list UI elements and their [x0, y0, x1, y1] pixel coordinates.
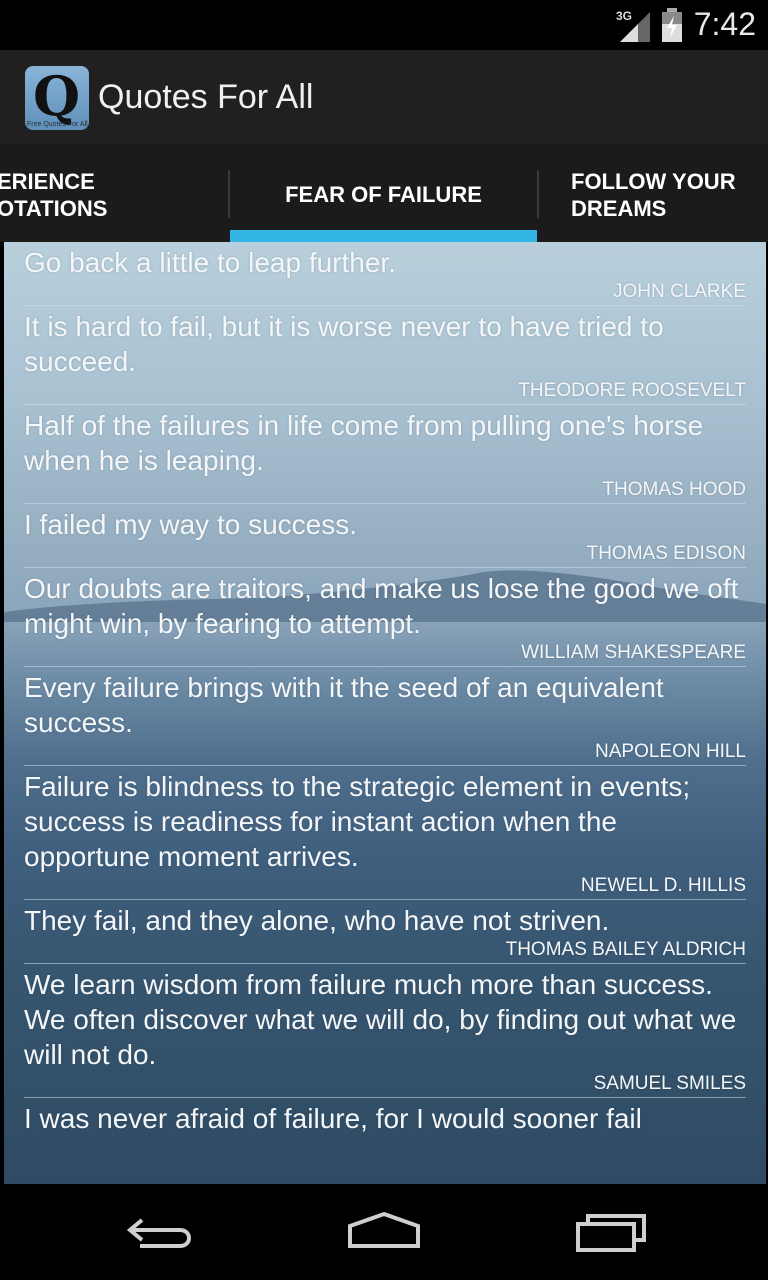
tab-label-line2: OTATIONS	[0, 196, 108, 221]
tab-follow-your-dreams[interactable]: FOLLOW YOUR DREAMS	[571, 168, 768, 242]
tab-fear-of-failure[interactable]: FEAR OF FAILURE	[230, 144, 537, 242]
quote-item[interactable]: They fail, and they alone, who have not …	[24, 900, 746, 964]
quote-item[interactable]: Half of the failures in life come from p…	[24, 405, 746, 504]
quote-author: WILLIAM SHAKESPEARE	[521, 642, 746, 663]
tab-strip: ERIENCE OTATIONS FEAR OF FAILURE FOLLOW …	[0, 144, 768, 242]
quote-author: SAMUEL SMILES	[593, 1073, 746, 1094]
tab-label-line1: FOLLOW YOUR	[571, 169, 736, 194]
app-logo-caption: Free Quotes For All	[27, 121, 88, 128]
battery-charging-icon	[662, 8, 682, 42]
navigation-bar	[0, 1184, 768, 1280]
quote-author: NEWELL D. HILLIS	[580, 875, 746, 896]
selected-tab-indicator	[230, 230, 537, 242]
quote-author: THOMAS HOOD	[602, 479, 746, 500]
quote-text: I failed my way to success.	[24, 509, 358, 540]
quote-text: Failure is blindness to the strategic el…	[24, 771, 691, 872]
home-icon[interactable]	[344, 1210, 424, 1254]
app-logo-letter: Q	[33, 66, 81, 128]
tab-label: FEAR OF FAILURE	[285, 182, 482, 207]
quote-list[interactable]: Go back a little to leap further. JOHN CL…	[4, 242, 766, 1184]
quote-text: It is hard to fail, but it is worse neve…	[24, 311, 664, 377]
quote-author: NAPOLEON HILL	[595, 741, 746, 762]
recent-apps-icon[interactable]	[570, 1210, 650, 1254]
tab-label-line1: ERIENCE	[0, 169, 95, 194]
quote-text: Half of the failures in life come from p…	[24, 410, 704, 476]
quote-item[interactable]: We learn wisdom from failure much more t…	[24, 964, 746, 1098]
quote-item[interactable]: I was never afraid of failure, for I wou…	[24, 1098, 746, 1136]
app-logo-icon[interactable]: Q Free Quotes For All	[25, 66, 89, 130]
status-clock: 7:42	[693, 6, 756, 42]
quote-item[interactable]: I failed my way to success. THOMAS EDISON	[24, 504, 746, 568]
signal-3g-icon: 3G	[616, 9, 650, 42]
quote-author: THOMAS BAILEY ALDRICH	[505, 939, 746, 960]
quote-item[interactable]: Every failure brings with it the seed of…	[24, 667, 746, 766]
quote-text: Go back a little to leap further.	[24, 247, 396, 278]
tab-experience-quotations[interactable]: ERIENCE OTATIONS	[0, 168, 212, 242]
quote-author: THEODORE ROOSEVELT	[518, 380, 746, 401]
network-type-label: 3G	[616, 9, 632, 23]
status-bar: 3G 7:42	[0, 0, 768, 50]
quote-author: JOHN CLARKE	[612, 281, 746, 302]
quote-text: Every failure brings with it the seed of…	[24, 672, 664, 738]
quote-item[interactable]: Go back a little to leap further. JOHN CL…	[24, 242, 746, 306]
tab-label-line2: DREAMS	[571, 196, 667, 221]
app-title: Quotes For All	[98, 78, 314, 116]
quote-item[interactable]: Our doubts are traitors, and make us los…	[24, 568, 746, 667]
quote-author: THOMAS EDISON	[586, 543, 746, 564]
quote-item[interactable]: It is hard to fail, but it is worse neve…	[24, 306, 746, 405]
quote-item[interactable]: Failure is blindness to the strategic el…	[24, 766, 746, 900]
quote-text: Our doubts are traitors, and make us los…	[24, 573, 739, 639]
quote-text: We learn wisdom from failure much more t…	[24, 969, 737, 1070]
quote-text: I was never afraid of failure, for I wou…	[24, 1103, 642, 1134]
action-bar: Q Free Quotes For All Quotes For All	[0, 50, 768, 144]
tab-divider	[537, 170, 539, 218]
quote-text: They fail, and they alone, who have not …	[24, 905, 610, 936]
back-icon[interactable]	[122, 1210, 202, 1254]
